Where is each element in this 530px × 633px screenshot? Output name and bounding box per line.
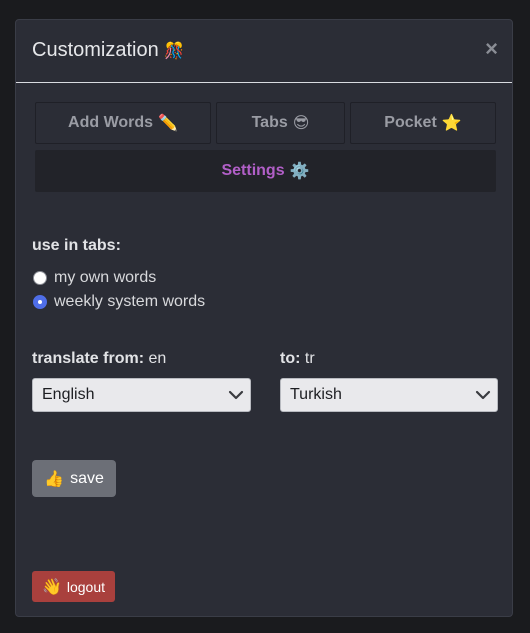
radio-button-checked[interactable] — [33, 295, 47, 309]
to-code: tr — [304, 350, 315, 367]
translate-from-label: translate from: en — [32, 350, 166, 368]
to-label: to: tr — [280, 350, 315, 368]
tab-add-words[interactable]: Add Words ✏️ — [35, 102, 211, 144]
translate-from-select-value: English — [42, 386, 95, 403]
thumbs-up-icon: 👍 — [44, 470, 65, 488]
confetti-icon: 🎊 — [164, 43, 185, 60]
star-icon: ⭐ — [441, 115, 462, 132]
tab-pocket-label: Pocket — [384, 114, 437, 131]
logout-button-label: logout — [66, 578, 106, 595]
modal-title-text: Customization — [32, 39, 159, 61]
tab-settings-label: Settings — [221, 162, 285, 179]
radio-weekly-system-words[interactable]: weekly system words — [33, 293, 205, 311]
modal-title: Customization 🎊 — [32, 39, 184, 62]
tab-settings[interactable]: Settings ⚙️ — [35, 150, 496, 192]
chevron-down-icon — [228, 390, 244, 400]
sunglasses-icon: 😎 — [292, 115, 310, 132]
tab-add-words-label: Add Words — [68, 114, 154, 131]
radio-label: weekly system words — [54, 293, 206, 310]
translate-to-select-value: Turkish — [290, 386, 342, 403]
customization-modal: Customization 🎊 × Add Words ✏️ Tabs 😎 Po… — [15, 19, 513, 617]
radio-label: my own words — [54, 269, 157, 286]
logout-button[interactable]: 👋 logout — [32, 571, 115, 602]
to-text: to: — [280, 350, 301, 367]
pencil-icon: ✏️ — [158, 115, 178, 132]
translate-from-code: en — [148, 350, 167, 367]
radio-button[interactable] — [33, 271, 47, 285]
close-button[interactable]: × — [485, 37, 498, 61]
save-button[interactable]: 👍 save — [32, 460, 116, 497]
translate-from-select[interactable]: English — [32, 378, 251, 412]
use-in-tabs-label: use in tabs: — [32, 237, 121, 254]
waving-hand-icon: 👋 — [41, 578, 62, 596]
tab-tabs-label: Tabs — [251, 114, 288, 131]
chevron-down-icon — [475, 390, 491, 400]
translate-from-text: translate from: — [32, 350, 145, 367]
save-button-label: save — [70, 469, 104, 487]
radio-my-own-words[interactable]: my own words — [33, 269, 156, 287]
translate-to-select[interactable]: Turkish — [280, 378, 498, 412]
gear-icon: ⚙️ — [289, 163, 310, 180]
tab-tabs[interactable]: Tabs 😎 — [216, 102, 345, 144]
modal-header: Customization 🎊 × — [16, 20, 512, 83]
tab-pocket[interactable]: Pocket ⭐ — [350, 102, 496, 144]
